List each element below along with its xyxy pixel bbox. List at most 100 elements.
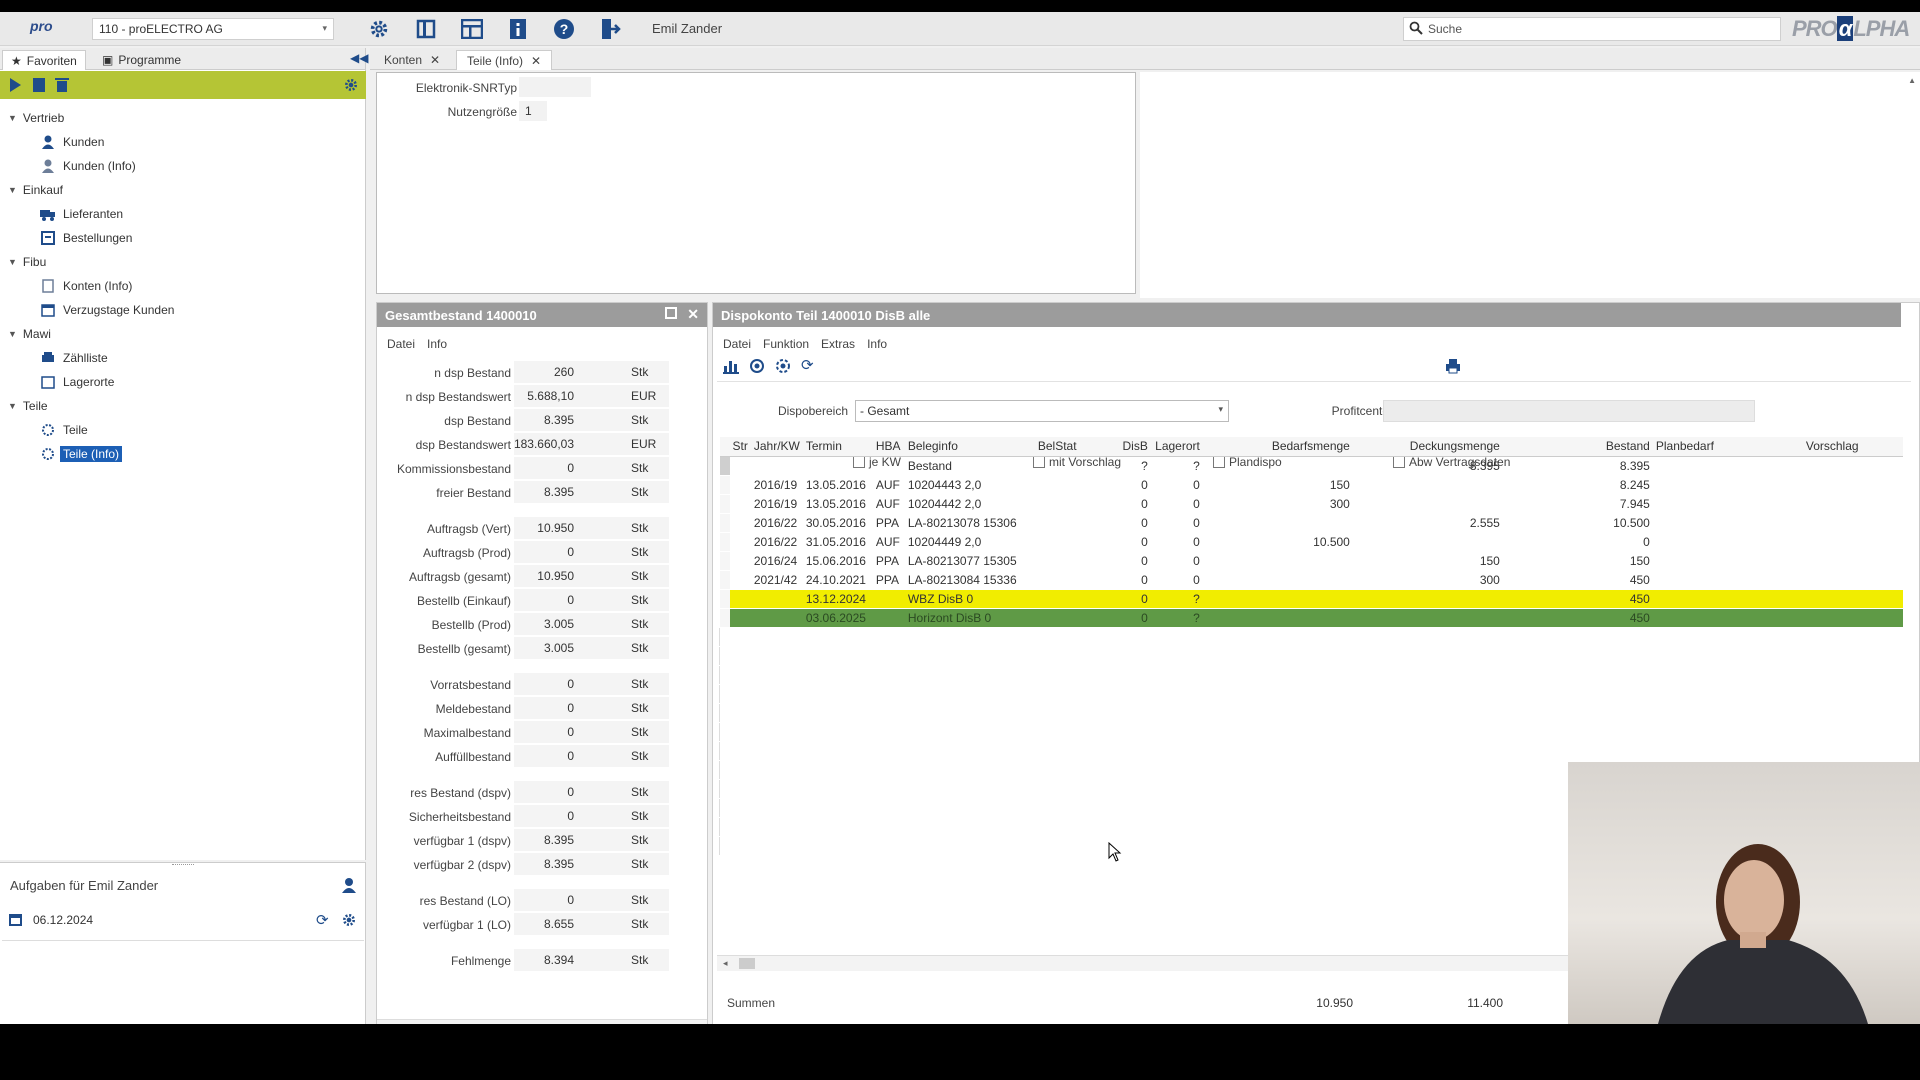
column-header[interactable]: Beleginfo: [904, 437, 1035, 457]
column-header[interactable]: HBA: [872, 437, 905, 457]
caret-down-icon[interactable]: ▼: [8, 257, 17, 267]
field-value[interactable]: 0 Stk: [514, 697, 669, 719]
field-value[interactable]: 0 Stk: [514, 889, 669, 911]
caret-down-icon[interactable]: ▼: [8, 113, 17, 123]
tab-programme[interactable]: ▣ Programme: [94, 50, 189, 70]
caret-down-icon[interactable]: ▼: [8, 329, 17, 339]
field-value[interactable]: 0 Stk: [514, 541, 669, 563]
refresh-icon[interactable]: ⟳: [801, 358, 814, 377]
column-header[interactable]: BelStat: [1034, 437, 1099, 457]
row-indicator[interactable]: [719, 494, 730, 514]
table-row[interactable]: 13.12.2024 WBZ DisB 0 0? 450: [719, 589, 1903, 609]
field-value[interactable]: 8.395 Stk: [514, 829, 669, 851]
maximize-icon[interactable]: [665, 307, 677, 322]
profitcenter-field[interactable]: [1383, 400, 1755, 422]
play-icon[interactable]: [8, 77, 22, 96]
row-indicator[interactable]: [719, 608, 730, 628]
field-value[interactable]: 0 Stk: [514, 781, 669, 803]
field-value[interactable]: 10.950 Stk: [514, 517, 669, 539]
row-indicator[interactable]: [719, 551, 730, 571]
tree-group[interactable]: ▼ Einkauf: [0, 178, 366, 202]
caret-down-icon[interactable]: ▼: [8, 185, 17, 195]
tree-group[interactable]: ▼ Teile: [0, 394, 366, 418]
column-header[interactable]: Vorschlag: [1802, 437, 1903, 457]
column-header[interactable]: Deckungsmenge: [1352, 437, 1503, 457]
tree-group[interactable]: ▼ Mawi: [0, 322, 366, 346]
tab-konten[interactable]: Konten ✕: [374, 50, 450, 70]
expand-icon[interactable]: [749, 358, 765, 377]
logout-icon[interactable]: [597, 17, 623, 41]
table-row[interactable]: 03.06.2025 Horizont DisB 0 0? 450: [719, 608, 1903, 628]
field-value[interactable]: 10.950 Stk: [514, 565, 669, 587]
column-header[interactable]: Bedarfsmenge: [1202, 437, 1353, 457]
field-value[interactable]: 0 Stk: [514, 673, 669, 695]
table-row[interactable]: 2016/19 13.05.2016 AUF 10204443 2,0 0 0 150 8.2…: [719, 475, 1903, 495]
field-value[interactable]: 8.395 Stk: [514, 481, 669, 503]
menu-item[interactable]: Datei: [387, 337, 415, 351]
menu-item[interactable]: Funktion: [763, 337, 809, 351]
menu-item[interactable]: Datei: [723, 337, 751, 351]
scroll-up-icon[interactable]: ▲: [1908, 76, 1916, 85]
field-value[interactable]: 260 Stk: [514, 361, 669, 383]
tree-item[interactable]: Bestellungen: [0, 226, 366, 250]
close-icon[interactable]: ✕: [531, 54, 541, 68]
layout-icon[interactable]: [459, 17, 485, 41]
row-indicator[interactable]: [719, 456, 730, 476]
column-header[interactable]: Bestand: [1502, 437, 1653, 457]
tree-item[interactable]: Kunden (Info): [0, 154, 366, 178]
tree-item[interactable]: Lieferanten: [0, 202, 366, 226]
splitter-handle[interactable]: [172, 864, 194, 866]
field-value[interactable]: 8.395 Stk: [514, 409, 669, 431]
field-value[interactable]: 8.395 Stk: [514, 853, 669, 875]
field-value[interactable]: 5.688,10 EUR: [514, 385, 669, 407]
menu-item[interactable]: Info: [427, 337, 447, 351]
company-select[interactable]: 110 - proELECTRO AG ▾: [92, 18, 334, 40]
field-value[interactable]: 8.394 Stk: [514, 949, 669, 971]
menu-item[interactable]: Extras: [821, 337, 855, 351]
horizontal-scrollbar[interactable]: ◂: [377, 1019, 707, 1024]
tree-item[interactable]: Zählliste: [0, 346, 366, 370]
tree-item[interactable]: Lagerorte: [0, 370, 366, 394]
print-icon[interactable]: [1445, 358, 1461, 377]
table-row[interactable]: 2016/19 13.05.2016 AUF 10204442 2,0 0 0 300 7.9…: [719, 494, 1903, 514]
info-icon[interactable]: [505, 17, 531, 41]
elektronik-snrtyp-field[interactable]: [519, 77, 591, 97]
field-value[interactable]: 0 Stk: [514, 721, 669, 743]
trash-icon[interactable]: [55, 77, 69, 96]
column-header[interactable]: Termin: [802, 437, 873, 457]
tab-teile-info[interactable]: Teile (Info) ✕: [456, 50, 553, 70]
table-row[interactable]: 2016/22 31.05.2016 AUF 10204449 2,0 0 0 10.500…: [719, 532, 1903, 552]
tree-item[interactable]: Verzugstage Kunden: [0, 298, 366, 322]
tree-group[interactable]: ▼ Fibu: [0, 250, 366, 274]
column-header[interactable]: Str: [729, 437, 751, 457]
tree-item[interactable]: Konten (Info): [0, 274, 366, 298]
scroll-thumb[interactable]: [739, 958, 755, 969]
column-header[interactable]: Jahr/KW: [750, 437, 803, 457]
search-input[interactable]: Suche: [1403, 17, 1781, 41]
task-settings-icon[interactable]: [341, 912, 357, 931]
row-indicator[interactable]: [719, 513, 730, 533]
field-value[interactable]: 0 Stk: [514, 457, 669, 479]
field-value[interactable]: 3.005 Stk: [514, 613, 669, 635]
close-panel-icon[interactable]: ✕: [687, 306, 699, 323]
field-value[interactable]: 0 Stk: [514, 805, 669, 827]
table-row[interactable]: 2016/24 15.06.2016 PPA LA-80213077 15305 0 0 1…: [719, 551, 1903, 571]
user-icon[interactable]: [341, 877, 357, 896]
row-indicator[interactable]: [719, 532, 730, 552]
settings-icon[interactable]: [343, 77, 359, 96]
caret-down-icon[interactable]: ▼: [8, 401, 17, 411]
row-indicator[interactable]: [719, 570, 730, 590]
nutzengroesse-field[interactable]: 1: [519, 101, 547, 121]
close-icon[interactable]: ✕: [430, 53, 440, 67]
new-document-icon[interactable]: [32, 77, 46, 96]
row-indicator[interactable]: [719, 475, 730, 495]
refresh-icon[interactable]: ⟳: [316, 911, 329, 929]
table-row[interactable]: 2016/22 30.05.2016 PPA LA-80213078 15306 0 0 2…: [719, 513, 1903, 533]
table-row[interactable]: 2021/42 24.10.2021 PPA LA-80213084 15336 0 0 3…: [719, 570, 1903, 590]
field-value[interactable]: 183.660,03 EUR: [514, 433, 669, 455]
row-indicator[interactable]: [719, 589, 730, 609]
gear-icon[interactable]: [366, 17, 392, 41]
field-value[interactable]: 0 Stk: [514, 745, 669, 767]
tree-group[interactable]: ▼ Vertrieb: [0, 106, 366, 130]
field-value[interactable]: 3.005 Stk: [514, 637, 669, 659]
